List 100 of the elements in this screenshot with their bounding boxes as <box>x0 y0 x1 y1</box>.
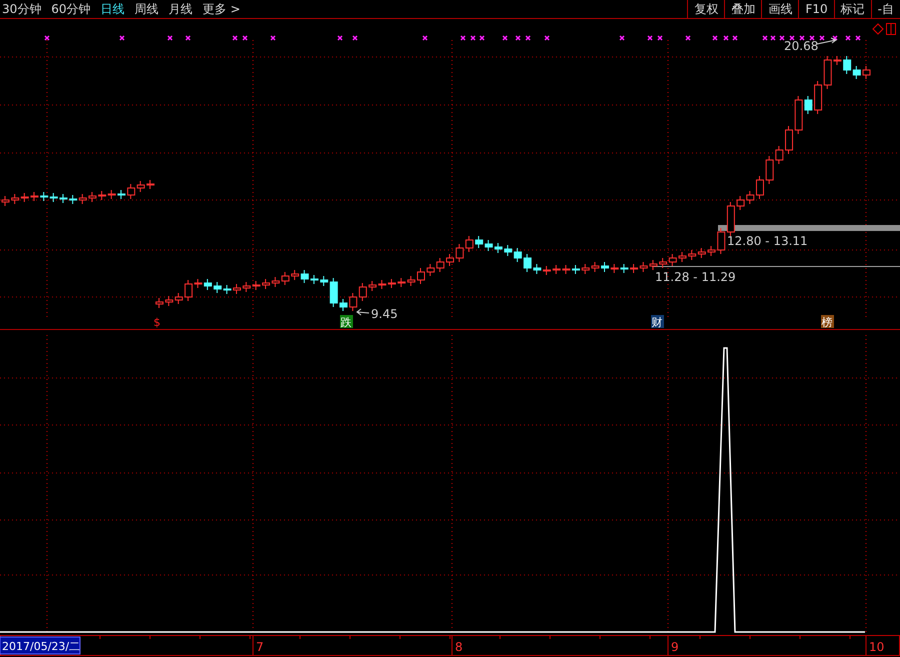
cross-marker <box>337 35 343 41</box>
candlestick <box>572 264 580 274</box>
period-tab[interactable]: 月线 <box>168 0 193 18</box>
candlestick <box>852 66 861 80</box>
candlestick <box>542 266 551 276</box>
candlestick <box>69 194 78 204</box>
candlestick <box>552 264 561 274</box>
candlestick <box>136 180 145 192</box>
candlestick <box>214 282 222 294</box>
cross-marker <box>762 35 768 41</box>
candlestick <box>814 80 822 114</box>
candlestick <box>368 280 377 292</box>
cross-marker <box>723 35 729 41</box>
cross-marker <box>855 35 861 41</box>
candlestick <box>204 278 212 290</box>
cross-marker <box>44 35 50 41</box>
candlestick <box>649 260 658 270</box>
cross-marker <box>119 35 125 41</box>
pointer-arrow <box>816 38 838 44</box>
candlestick <box>475 236 484 248</box>
candlestick <box>785 126 794 154</box>
candlestick <box>281 272 290 286</box>
candlestick <box>60 194 68 204</box>
candlestick <box>591 262 600 272</box>
candlestick <box>688 250 696 260</box>
cross-marker <box>270 35 276 41</box>
event-badge[interactable]: 跌 <box>340 315 353 329</box>
candlestick <box>78 194 87 204</box>
candlestick <box>514 248 522 262</box>
candlestick <box>310 274 318 284</box>
cross-marker <box>799 35 805 41</box>
candlestick <box>291 270 300 280</box>
candlestick <box>504 244 512 256</box>
cross-marker <box>470 35 476 41</box>
period-tab[interactable]: 60分钟 <box>51 0 91 18</box>
candlestick <box>668 254 677 266</box>
cross-marker <box>657 35 663 41</box>
candlestick <box>398 278 406 288</box>
cross-marker <box>732 35 738 41</box>
candlestick <box>156 298 164 308</box>
candlestick <box>736 196 745 210</box>
candlestick <box>88 192 96 202</box>
period-tab[interactable]: 30分钟 <box>2 0 42 18</box>
candlestick <box>108 190 116 200</box>
event-badge[interactable]: 财 <box>651 315 664 329</box>
candlestick <box>407 276 416 286</box>
candlestick <box>388 278 396 288</box>
period-tab[interactable]: 日线 <box>100 0 125 18</box>
high-price-label: 20.68 <box>784 39 818 53</box>
cross-marker <box>525 35 531 41</box>
candlestick <box>30 192 38 202</box>
cross-marker <box>502 35 508 41</box>
candlestick <box>165 296 174 306</box>
candlestick <box>417 268 425 284</box>
candlestick <box>620 264 628 274</box>
candlestick <box>223 284 232 294</box>
candlestick <box>436 258 444 272</box>
candlestick <box>562 264 570 274</box>
candlestick <box>610 264 619 274</box>
candlestick <box>300 270 309 284</box>
cross-marker <box>819 35 825 41</box>
candlestick <box>426 264 435 276</box>
event-badge[interactable]: 榜 <box>821 315 834 329</box>
candlestick <box>20 192 29 202</box>
month-label: 7 <box>256 640 264 654</box>
event-badge[interactable]: $ <box>151 315 164 329</box>
cross-marker <box>809 35 815 41</box>
cross-marker <box>544 35 550 41</box>
candlestick <box>640 262 648 272</box>
candlestick <box>232 284 241 294</box>
price-range-label: 12.80 - 13.11 <box>727 234 808 248</box>
cross-marker <box>647 35 653 41</box>
month-label: 8 <box>455 640 463 654</box>
candlestick <box>11 194 20 204</box>
cross-marker <box>460 35 466 41</box>
candlestick <box>262 278 270 290</box>
candlestick <box>174 292 183 304</box>
candlestick <box>843 56 852 74</box>
candlestick <box>494 242 502 254</box>
cross-marker <box>422 35 428 41</box>
candlestick <box>146 180 154 190</box>
candlestick <box>127 184 136 200</box>
split-square-icon <box>886 23 896 35</box>
candlestick <box>272 276 280 288</box>
candlestick <box>118 190 126 200</box>
pointer-arrow <box>356 308 370 316</box>
candlestick <box>98 190 106 200</box>
candlestick <box>678 252 686 262</box>
cross-marker <box>619 35 625 41</box>
cross-marker <box>845 35 851 41</box>
price-range-label: 11.28 - 11.29 <box>655 270 736 284</box>
month-label: 10 <box>869 640 884 654</box>
candlestick <box>465 236 474 252</box>
period-tab[interactable]: 周线 <box>134 0 159 18</box>
cross-marker <box>515 35 521 41</box>
period-tab[interactable]: 更多 > <box>202 0 240 18</box>
candlestick <box>40 192 48 202</box>
candlestick <box>358 282 367 302</box>
candlestick <box>659 258 668 268</box>
cross-marker <box>232 35 238 41</box>
